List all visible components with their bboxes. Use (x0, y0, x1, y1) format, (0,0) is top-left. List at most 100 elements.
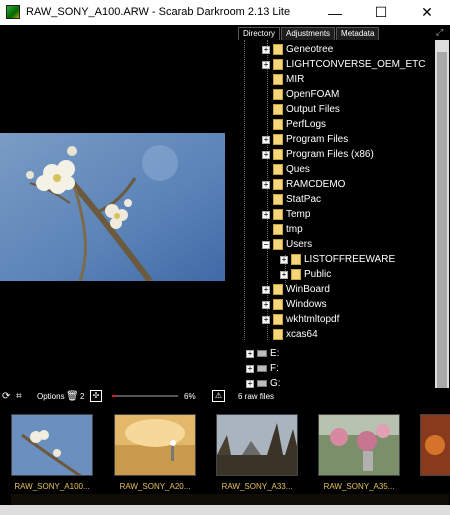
tree-folder-item[interactable]: +StatPac (262, 192, 321, 207)
image-preview[interactable] (0, 133, 225, 281)
expand-toggle-icon[interactable]: + (262, 180, 270, 189)
tree-item-label: Temp (286, 209, 311, 220)
folder-icon (273, 329, 283, 340)
rotate-icon[interactable]: ⟳ (2, 391, 10, 402)
expand-toggle-icon[interactable]: + (262, 135, 270, 144)
tree-item-label: LISTOFFREEWARE (304, 254, 396, 265)
tree-folder-item[interactable]: +xcas64 (262, 327, 318, 342)
folder-icon (273, 194, 283, 205)
expand-toggle-icon[interactable]: − (262, 240, 270, 249)
thumbnail[interactable] (11, 414, 93, 476)
zoom-slider-fill (112, 395, 116, 397)
folder-icon (273, 179, 283, 190)
tree-folder-item[interactable]: +OpenFOAM (262, 87, 339, 102)
tree-item-label: wkhtmltopdf (286, 314, 340, 325)
folder-icon (273, 164, 283, 175)
expand-toggle-icon[interactable]: + (262, 285, 270, 294)
tree-folder-item[interactable]: +tmp (262, 222, 303, 237)
tree-item-label: Output Files (286, 104, 340, 115)
thumbnail[interactable] (318, 414, 400, 476)
tree-folder-item[interactable]: +PerfLogs (262, 117, 326, 132)
thumbnail-scrollbar[interactable] (0, 505, 450, 515)
folder-icon (273, 284, 283, 295)
close-button[interactable]: ✕ (404, 0, 450, 25)
expand-toggle-icon[interactable]: + (280, 255, 288, 264)
tree-folder-item[interactable]: − Users (262, 237, 312, 252)
file-count-status: 6 raw files (238, 392, 275, 401)
folder-icon (273, 149, 283, 160)
tree-item-label: WinBoard (286, 284, 330, 295)
zoom-slider[interactable] (112, 395, 178, 397)
tab-adjustments[interactable]: Adjustments (281, 27, 336, 40)
count-label: 2 (80, 392, 85, 401)
partial-thumbnail-image (421, 415, 450, 475)
tree-folder-item[interactable]: + Program Files (262, 132, 348, 147)
folder-icon (273, 89, 283, 100)
expand-toggle-icon[interactable]: + (262, 210, 270, 219)
tree-folder-item[interactable]: + LISTOFFREEWARE (280, 252, 395, 267)
tree-folder-item[interactable]: + wkhtmltopdf (262, 312, 339, 327)
zoom-percent: 6% (184, 392, 196, 401)
thumbnail-label: RAW_SONY_A100... (14, 482, 90, 491)
tree-guide-line (244, 40, 245, 340)
tree-folder-item[interactable]: +Ques (262, 162, 310, 177)
directory-tree[interactable]: +Geneotree+LIGHTCONVERSE_OEM_ETC+MIR+Ope… (240, 40, 434, 388)
tree-folder-item[interactable]: + Windows (262, 297, 327, 312)
minimize-button[interactable]: — (312, 0, 358, 25)
tree-scroll-thumb[interactable] (437, 52, 447, 388)
tree-item-label: Users (286, 239, 313, 250)
options-button[interactable]: Options (37, 392, 65, 401)
tree-drive-item[interactable]: + F: (246, 361, 279, 376)
expand-toggle-icon[interactable]: + (262, 45, 270, 54)
expand-panel-icon[interactable]: ⤢ (436, 27, 443, 38)
tree-folder-item[interactable]: +Output Files (262, 102, 340, 117)
drive-icon (257, 350, 267, 357)
warning-icon[interactable]: ⚠ (212, 390, 225, 402)
tree-folder-item[interactable]: + RAMCDEMO (262, 177, 345, 192)
expand-toggle-icon[interactable]: + (246, 349, 254, 358)
expand-toggle-icon[interactable]: + (280, 270, 288, 279)
thumbnail-strip: RAW_SONY_A100... RAW_SONY_A20... RAW_SON… (0, 408, 450, 515)
tree-folder-item[interactable]: + Program Files (x86) (262, 147, 374, 162)
expand-toggle-icon[interactable]: + (262, 60, 270, 69)
folder-icon (273, 74, 283, 85)
drive-icon (257, 380, 267, 387)
expand-toggle-icon[interactable]: + (246, 364, 254, 373)
tree-folder-item[interactable]: + Temp (262, 207, 310, 222)
folder-icon (273, 209, 283, 220)
maximize-button[interactable]: ☐ (358, 0, 404, 25)
tree-item-label: StatPac (286, 194, 322, 205)
indoor-thumbnail-image (115, 415, 195, 475)
tree-item-label: F: (270, 363, 279, 374)
tree-folder-item[interactable]: + Public (280, 267, 331, 282)
expand-toggle-icon[interactable]: + (262, 315, 270, 324)
folder-icon (273, 59, 283, 70)
delete-icon[interactable]: 🗑 (66, 391, 79, 402)
tab-directory[interactable]: Directory (238, 27, 281, 40)
tree-folder-item[interactable]: + LIGHTCONVERSE_OEM_ETC (262, 57, 425, 72)
tab-metadata[interactable]: Metadata (336, 27, 380, 40)
fit-icon[interactable]: ✣ (90, 390, 102, 402)
tree-folder-item[interactable]: + WinBoard (262, 282, 330, 297)
folder-icon (273, 44, 283, 55)
thumbnail[interactable] (420, 414, 450, 476)
expand-toggle-icon[interactable]: + (262, 300, 270, 309)
tree-item-label: tmp (286, 224, 303, 235)
thumbnail[interactable] (114, 414, 196, 476)
expand-toggle-icon[interactable]: + (246, 379, 254, 388)
crop-icon[interactable]: ⌗ (16, 391, 22, 402)
expand-toggle-icon[interactable]: + (262, 150, 270, 159)
folder-icon (273, 134, 283, 145)
preview-toolbar: ⟳ ⌗ Options 🗑 2 ✣ 6% ⚠ (0, 388, 450, 408)
tree-scrollbar[interactable] (435, 40, 449, 388)
tree-folder-item[interactable]: + Geneotree (262, 42, 333, 57)
tree-drive-item[interactable]: + E: (246, 346, 279, 361)
thumbnail[interactable] (216, 414, 298, 476)
tree-drive-item[interactable]: + G: (246, 376, 281, 388)
flowers-thumbnail-image (319, 415, 399, 475)
window-title: RAW_SONY_A100.ARW - Scarab Darkroom 2.13… (26, 6, 291, 18)
tree-folder-item[interactable]: +MIR (262, 72, 304, 87)
tree-item-label: Public (304, 269, 332, 280)
tree-item-label: MIR (286, 74, 305, 85)
folder-icon (273, 299, 283, 310)
